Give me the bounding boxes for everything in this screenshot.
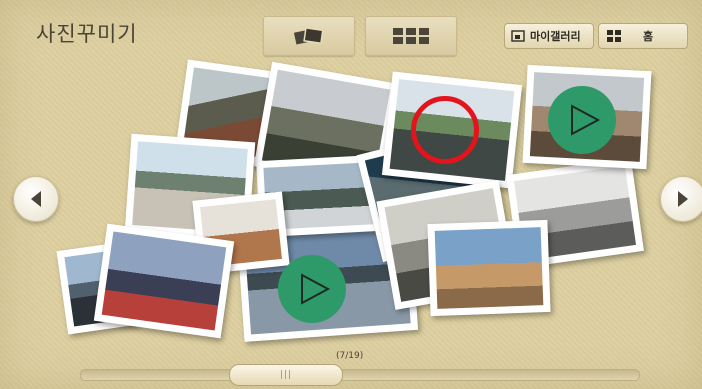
arrow-left-icon xyxy=(31,191,41,207)
video-play-button[interactable] xyxy=(278,255,346,323)
previous-button[interactable] xyxy=(13,176,59,222)
video-play-button[interactable] xyxy=(548,86,616,154)
gallery-icon xyxy=(511,30,525,42)
next-button[interactable] xyxy=(660,176,702,222)
photo-thumbnail[interactable] xyxy=(93,223,235,339)
grid-view-icon xyxy=(393,28,429,44)
home-label: 홈 xyxy=(643,30,654,43)
photo-decorate-screen: 사진꾸미기 마이갤러리 홈 (7/19) ||| xyxy=(0,0,702,389)
highlight-circle xyxy=(411,96,479,164)
pile-view-button[interactable] xyxy=(263,16,355,56)
photo-pile-icon xyxy=(293,27,324,45)
arrow-right-icon xyxy=(678,191,688,207)
scroll-thumb-grip: ||| xyxy=(279,370,293,380)
photo-counter: (7/19) xyxy=(336,351,364,361)
photo-thumbnail[interactable] xyxy=(427,219,551,317)
my-gallery-button[interactable]: 마이갤러리 xyxy=(504,23,594,49)
my-gallery-label: 마이갤러리 xyxy=(530,30,581,43)
scroll-track[interactable] xyxy=(80,369,640,381)
home-button[interactable]: 홈 xyxy=(598,23,688,49)
scroll-thumb[interactable]: ||| xyxy=(229,364,343,386)
play-icon xyxy=(301,273,331,305)
grid-view-button[interactable] xyxy=(365,16,457,56)
play-icon xyxy=(571,104,601,136)
home-grid-icon xyxy=(607,30,621,42)
page-title: 사진꾸미기 xyxy=(36,22,138,46)
